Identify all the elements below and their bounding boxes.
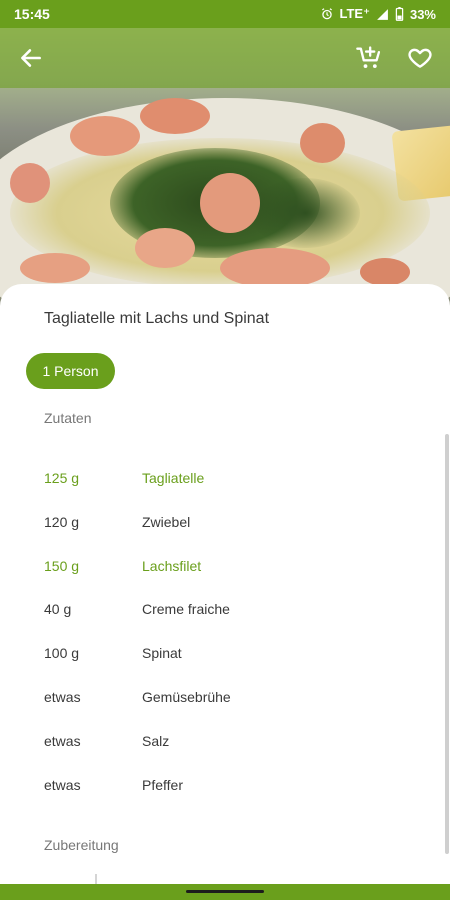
scrollbar[interactable] — [445, 434, 449, 854]
add-to-cart-icon[interactable] — [355, 44, 383, 77]
ingredient-name: Gemüsebrühe — [142, 689, 231, 705]
app-bar — [0, 28, 450, 88]
arrow-left-icon[interactable] — [18, 45, 44, 76]
recipe-sheet: Tagliatelle mit Lachs und Spinat 1 Perso… — [0, 284, 450, 884]
spinach-shape — [250, 178, 360, 248]
heart-outline-icon[interactable] — [407, 45, 433, 76]
alarm-icon — [320, 7, 334, 21]
ingredient-amount: 125 g — [44, 470, 80, 486]
signal-icon — [376, 8, 389, 21]
recipe-hero-image — [0, 28, 450, 318]
ingredient-name: Zwiebel — [142, 514, 191, 530]
ingredient-row[interactable]: 125 g Tagliatelle — [44, 470, 424, 494]
ingredients-heading: Zutaten — [44, 410, 92, 426]
ingredient-name: Spinat — [142, 645, 182, 661]
ingredient-row: 120 g Zwiebel — [44, 514, 424, 538]
ingredient-amount: etwas — [44, 733, 81, 749]
ingredient-name: Pfeffer — [142, 777, 183, 793]
status-indicators: LTE⁺ 33% — [320, 6, 436, 22]
salmon-shape — [10, 163, 50, 203]
salmon-shape — [140, 98, 210, 134]
ingredient-amount: etwas — [44, 689, 81, 705]
servings-chip[interactable]: 1 Person — [26, 353, 115, 389]
ingredient-amount: 40 g — [44, 601, 72, 617]
recipe-title: Tagliatelle mit Lachs und Spinat — [44, 310, 270, 327]
home-gesture-handle[interactable] — [186, 890, 264, 893]
salmon-shape — [360, 258, 410, 286]
ingredient-row: etwas Gemüsebrühe — [44, 689, 424, 713]
salmon-shape — [300, 123, 345, 163]
status-bar: 15:45 LTE⁺ 33% — [0, 0, 450, 28]
ingredient-row: 40 g Creme fraiche — [44, 601, 424, 625]
status-time: 15:45 — [14, 6, 50, 22]
ingredient-name[interactable]: Lachsfilet — [142, 558, 201, 574]
ingredient-amount: 100 g — [44, 645, 80, 661]
salmon-shape — [70, 116, 140, 156]
ingredient-name: Creme fraiche — [142, 601, 230, 617]
salmon-shape — [20, 253, 90, 283]
ingredient-amount: 150 g — [44, 558, 80, 574]
ingredient-row: 100 g Spinat — [44, 645, 424, 669]
salmon-shape — [220, 248, 330, 288]
salmon-shape — [135, 228, 195, 268]
ingredient-name[interactable]: Tagliatelle — [142, 470, 204, 486]
ingredient-name: Salz — [142, 733, 170, 749]
network-label: LTE⁺ — [339, 6, 370, 21]
ingredient-amount: etwas — [44, 777, 81, 793]
ingredient-row: etwas Pfeffer — [44, 777, 424, 801]
salmon-shape — [200, 173, 260, 233]
ingredient-row: etwas Salz — [44, 733, 424, 757]
battery-icon — [395, 7, 404, 21]
battery-percent: 33% — [409, 6, 436, 22]
ingredient-amount: 120 g — [44, 514, 80, 530]
ingredient-row[interactable]: 150 g Lachsfilet — [44, 558, 424, 582]
preparation-heading: Zubereitung — [44, 837, 119, 853]
divider — [95, 874, 97, 884]
